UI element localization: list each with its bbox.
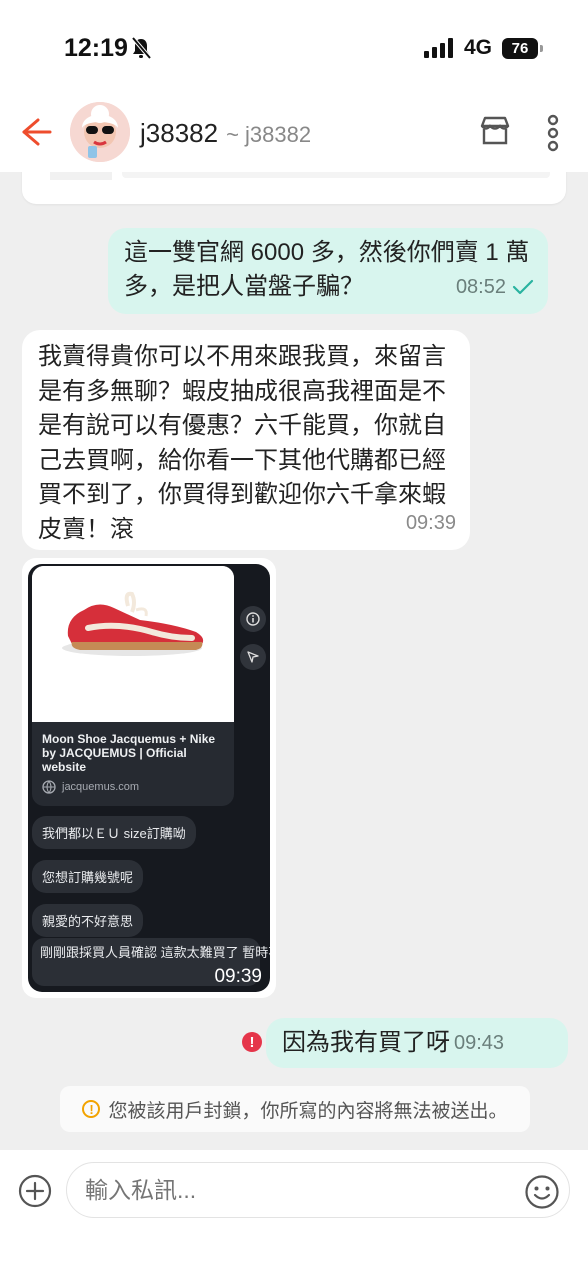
screenshot-chat-text: 剛剛跟採買人員確認 這款太難買了 暫時不收單唷🙏🏼 [40,945,270,960]
product-thumbnail [50,172,112,180]
user-nickname: ~ j38382 [226,122,312,147]
message-time: 09:39 [405,511,456,534]
add-attachment-icon[interactable] [18,1174,52,1208]
shop-icon[interactable] [478,114,512,148]
chat-username: j38382 ~ j38382 [140,118,311,149]
image-message[interactable]: Moon Shoe Jacquemus + Nike by JACQUEMUS … [22,558,276,998]
network-label: 4G [463,36,492,59]
screenshot-image: Moon Shoe Jacquemus + Nike by JACQUEMUS … [28,564,270,992]
message-text: 因為我有買了呀 [282,1029,450,1056]
blocked-notice-text: 您被該用戶封鎖，你所寫的內容將無法被送出。 [108,1100,508,1122]
blocked-notice: ! 您被該用戶封鎖，你所寫的內容將無法被送出。 [60,1086,530,1132]
link-preview-card: Moon Shoe Jacquemus + Nike by JACQUEMUS … [32,566,234,806]
read-check-icon [512,279,534,295]
message-time: 09:43 [454,1032,505,1054]
link-domain: jacquemus.com [62,781,140,793]
avatar[interactable] [70,102,130,162]
battery-level: 76 [511,39,529,57]
info-icon [240,606,266,632]
message-outgoing[interactable]: 因為我有買了呀 09:43 [266,1018,568,1068]
chat-header: j38382 ~ j38382 [0,96,588,172]
emoji-icon[interactable] [524,1174,560,1210]
warning-icon: ! [82,1100,101,1118]
globe-icon [42,780,56,794]
back-arrow-icon[interactable] [18,114,54,150]
message-meta: 08:52 [456,270,534,304]
signal-icon [423,38,453,58]
message-time: 09:39 [214,966,262,987]
product-info [122,172,550,178]
status-time: 12:19 [64,34,128,62]
shoe-image [32,566,234,722]
send-failed-icon[interactable]: ! [242,1032,262,1052]
message-text: 我賣得貴你可以不用來跟我買，來留言是有多無聊？蝦皮抽成很高我裡面是不是有說可以有… [38,343,446,543]
link-domain-row: jacquemus.com [42,780,139,794]
message-input[interactable] [66,1162,570,1218]
message-input-bar [0,1150,588,1280]
mute-bell-icon [131,36,152,60]
status-bar: 12:19 4G 76 [0,0,588,96]
message-outgoing[interactable]: 這一雙官網 6000 多，然後你們賣 1 萬多，是把人當盤子騙？ 08:52 [108,228,548,314]
battery-icon: 76 [502,37,543,59]
send-icon [240,644,266,670]
message-time: 08:52 [455,276,506,298]
chat-area[interactable]: 這一雙官網 6000 多，然後你們賣 1 萬多，是把人當盤子騙？ 08:52 我… [0,172,588,1150]
product-card-partial[interactable] [22,172,566,204]
screenshot-chat-pill: 親愛的不好意思 [32,904,144,937]
more-options-icon[interactable] [540,114,566,152]
screenshot-chat-pill: 您想訂購幾號呢 [32,860,144,893]
username: j38382 [140,118,219,148]
screenshot-chat-pill: 我們都以ＥＵ size訂購呦 [32,816,196,849]
link-title: Moon Shoe Jacquemus + Nike by JACQUEMUS … [42,732,216,774]
message-incoming[interactable]: 我賣得貴你可以不用來跟我買，來留言是有多無聊？蝦皮抽成很高我裡面是不是有說可以有… [22,330,470,550]
